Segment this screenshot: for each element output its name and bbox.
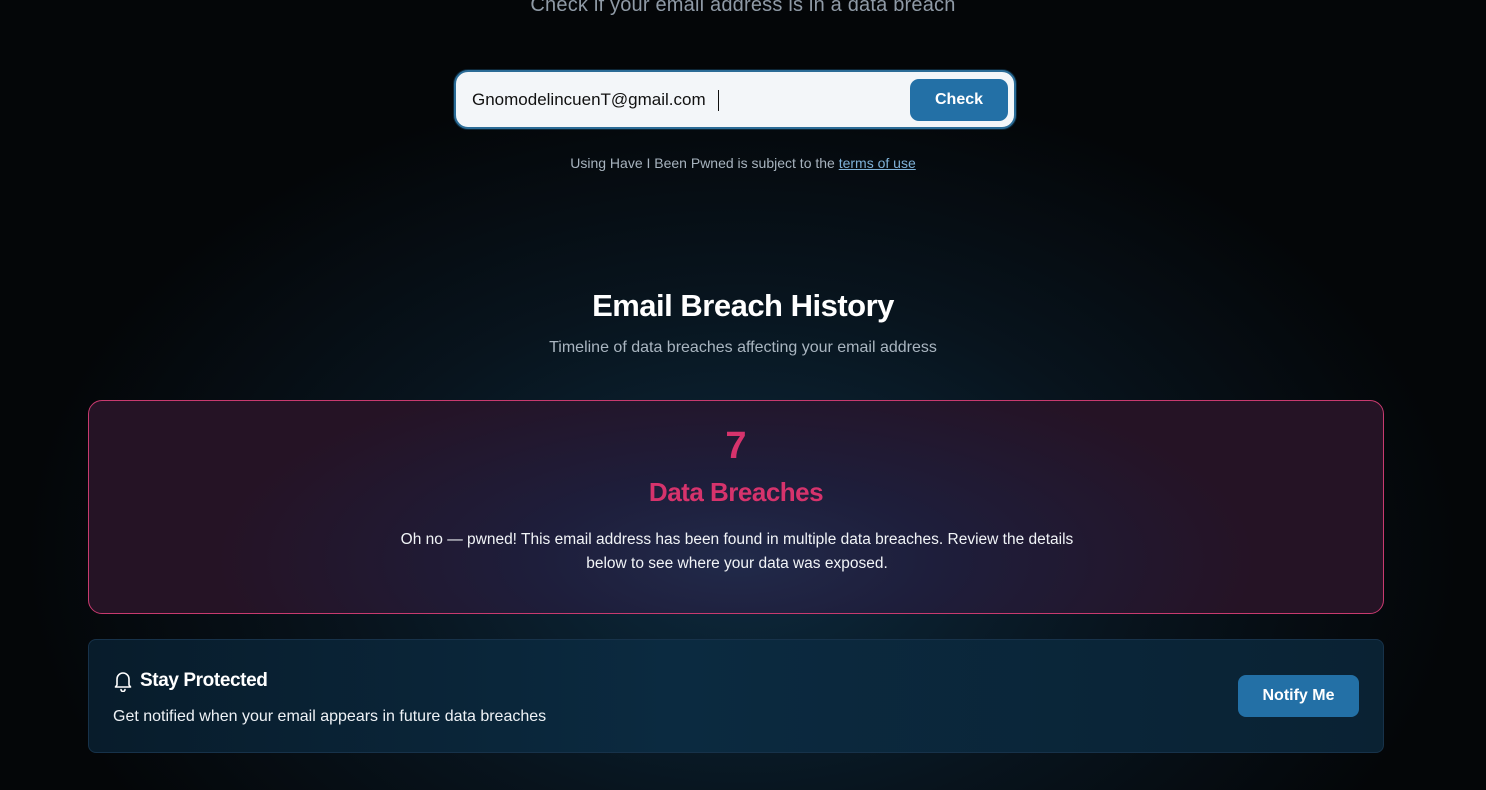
page-subtitle: Check if your email address is in a data… <box>530 0 956 16</box>
check-button[interactable]: Check <box>910 79 1008 121</box>
email-input[interactable] <box>472 72 902 127</box>
notify-me-button[interactable]: Notify Me <box>1238 675 1359 717</box>
terms-notice: Using Have I Been Pwned is subject to th… <box>0 155 1486 171</box>
email-search-box: Check <box>454 70 1016 129</box>
stay-protected-card: Stay Protected Get notified when your em… <box>88 639 1384 753</box>
breach-count: 7 <box>725 425 747 467</box>
terms-of-use-link[interactable]: terms of use <box>839 155 916 171</box>
bell-icon <box>113 670 133 693</box>
stay-protected-description: Get notified when your email appears in … <box>113 708 547 725</box>
section-subtitle: Timeline of data breaches affecting your… <box>549 339 937 356</box>
breach-count-label: Data Breaches <box>648 477 824 507</box>
terms-text: Using Have I Been Pwned is subject to th… <box>570 155 835 171</box>
section-title: Email Breach History <box>592 288 894 323</box>
text-caret <box>718 90 719 111</box>
breach-description: Oh no — pwned! This email address has be… <box>400 531 1074 572</box>
breach-summary-card: 7 Data Breaches Oh no — pwned! This emai… <box>88 400 1384 614</box>
stay-protected-title: Stay Protected <box>140 670 268 691</box>
